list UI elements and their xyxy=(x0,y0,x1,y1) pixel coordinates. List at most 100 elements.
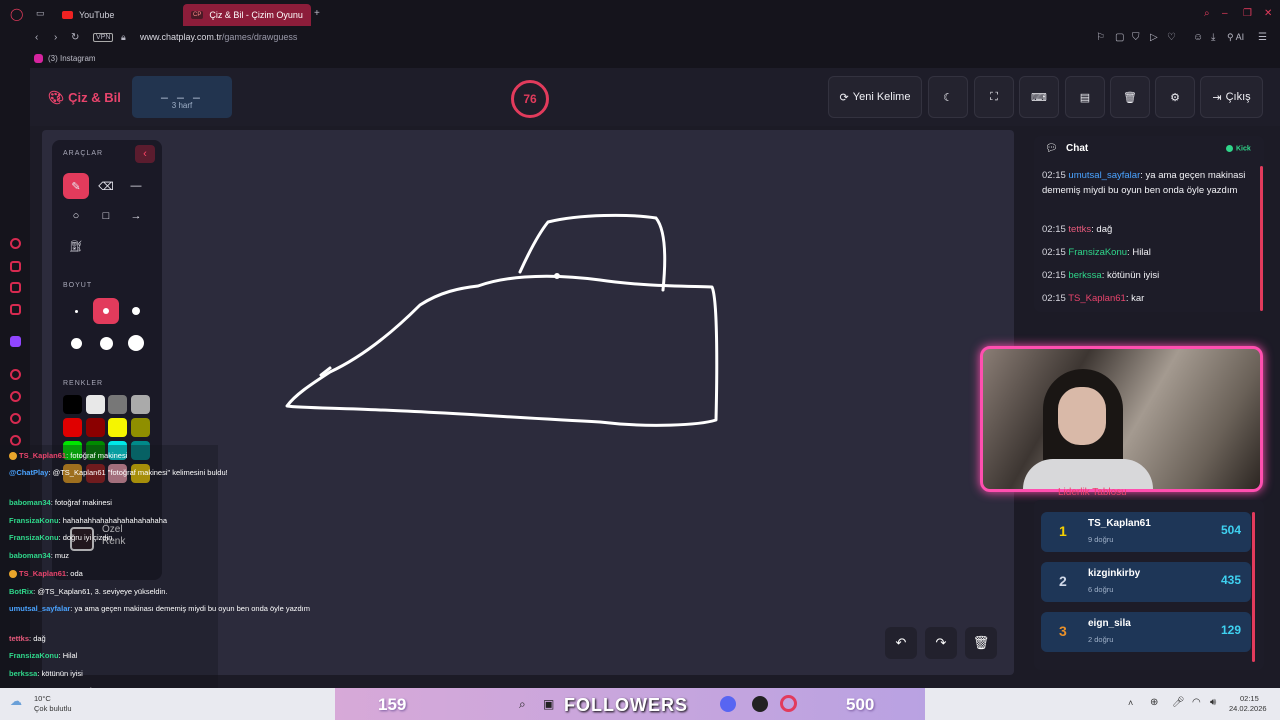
exit-button[interactable]: ⇥ Çıkış xyxy=(1200,76,1263,118)
streamer-face xyxy=(1058,387,1106,445)
maximize-icon[interactable]: ❐ xyxy=(1243,8,1252,19)
chat-message: 02:15 berkssa: kötünün iyisi xyxy=(1042,270,1160,281)
play-icon[interactable]: ▷ xyxy=(1150,32,1158,43)
sidebar-app-icon[interactable] xyxy=(10,413,21,424)
leaderboard-rank: 1 xyxy=(1059,523,1067,539)
line-tool[interactable]: — xyxy=(123,173,149,199)
chat-time: 02:15 xyxy=(1042,247,1066,258)
eraser-icon: ⌫ xyxy=(98,180,114,193)
size-dot-icon xyxy=(74,309,78,313)
minimize-icon[interactable]: – xyxy=(1222,8,1228,19)
leaderboard-detail: 9 doğru xyxy=(1088,535,1114,544)
chat-message: 02:15 tettks: dağ xyxy=(1042,224,1113,235)
tabs-overview-icon[interactable]: ▭ xyxy=(36,8,45,19)
twitch-icon[interactable] xyxy=(10,336,21,347)
task-view-icon[interactable]: ▣ xyxy=(543,697,554,711)
undo-button[interactable]: ↶ xyxy=(885,627,917,659)
history-icon[interactable] xyxy=(10,391,21,402)
menu-icon[interactable]: ☰ xyxy=(1258,32,1267,43)
kick-status: Kick xyxy=(1226,145,1251,152)
sidebar-app-icon[interactable] xyxy=(10,304,21,315)
fill-tool[interactable]: ⛽︎ xyxy=(63,233,89,259)
back-icon[interactable]: ‹ xyxy=(35,32,38,43)
forward-icon[interactable]: › xyxy=(54,32,57,43)
bookmark-icon[interactable]: ⚐ xyxy=(1096,32,1105,43)
size-option[interactable] xyxy=(93,298,119,324)
chat-text: kötünün iyisi xyxy=(1106,270,1160,281)
new-tab-icon[interactable]: + xyxy=(314,8,320,19)
tab-youtube[interactable]: YouTube xyxy=(54,4,122,26)
color-swatch[interactable] xyxy=(63,395,82,414)
opera-logo-icon[interactable]: ◯ xyxy=(10,7,23,21)
tab-bar: ◯ ▭ YouTube CP Çiz & Bil - Çizim Oyunu +… xyxy=(0,0,1280,28)
size-option[interactable] xyxy=(63,330,89,356)
collapse-panel-button[interactable]: ‹ xyxy=(135,145,155,163)
leaderboard-score: 504 xyxy=(1220,523,1241,537)
sidebar-app-icon[interactable] xyxy=(10,261,21,272)
size-option[interactable] xyxy=(123,330,149,356)
overlay-user: TS_Kaplan61 xyxy=(19,569,67,578)
rectangle-tool[interactable]: □ xyxy=(93,203,119,229)
microphone-icon[interactable]: 🎤︎ xyxy=(1172,697,1185,708)
clear-canvas-button[interactable]: 🗑︎ xyxy=(965,627,997,659)
overlay-user: FransizaKonu xyxy=(9,516,59,525)
new-word-button[interactable]: ⟳ Yeni Kelime xyxy=(828,76,922,118)
tab-chatplay[interactable]: CP Çiz & Bil - Çizim Oyunu xyxy=(183,4,311,26)
download-icon[interactable]: ⤓ xyxy=(1211,32,1215,43)
color-swatch[interactable] xyxy=(85,395,105,414)
network-icon[interactable]: ⊕ xyxy=(1150,697,1158,708)
volume-icon[interactable]: 🔊︎ xyxy=(1210,697,1216,708)
snapshot-icon[interactable]: ▢ xyxy=(1115,32,1124,43)
opera-taskbar-icon[interactable] xyxy=(780,695,797,712)
size-option[interactable] xyxy=(123,298,149,324)
lock-icon[interactable]: 🔒︎ xyxy=(121,32,126,43)
profile-icon[interactable]: ☺ xyxy=(1193,32,1203,43)
bookmark-instagram[interactable]: (3) Instagram xyxy=(48,54,96,63)
ai-button[interactable]: ⚲ AI xyxy=(1227,32,1244,43)
settings-button[interactable]: ⚙ xyxy=(1155,76,1195,118)
chat-scrollbar[interactable] xyxy=(1260,166,1263,311)
shield-icon[interactable]: ⛉ xyxy=(1132,32,1140,43)
reload-icon[interactable]: ↻ xyxy=(71,32,79,43)
overlay-message: TS_Kaplan61: oda xyxy=(9,569,83,579)
trash-button[interactable]: 🗑︎ xyxy=(1110,76,1150,118)
overlay-text: dağ xyxy=(33,634,46,643)
heart-icon[interactable]: ♡ xyxy=(1167,32,1176,43)
wifi-icon[interactable]: ◠ xyxy=(1192,697,1201,708)
size-option[interactable] xyxy=(63,298,89,324)
messenger-icon[interactable] xyxy=(10,238,21,249)
keyboard-button[interactable]: ⌨ xyxy=(1019,76,1059,118)
fullscreen-button[interactable]: ⛶ xyxy=(974,76,1014,118)
close-icon[interactable]: ✕ xyxy=(1264,8,1272,19)
search-icon[interactable]: ⌕ xyxy=(1204,8,1210,19)
leaderboard-title: Liderlik Tablosu xyxy=(1058,487,1127,498)
color-swatch[interactable] xyxy=(108,395,127,414)
search-icon[interactable]: ⌕ xyxy=(519,697,526,712)
followers-current: 159 xyxy=(378,695,407,714)
size-option[interactable] xyxy=(93,330,119,356)
color-swatch[interactable] xyxy=(130,418,150,437)
chat-text: kar xyxy=(1131,293,1145,304)
vpn-badge[interactable]: VPN xyxy=(93,33,114,42)
chat-title: Chat xyxy=(1066,143,1089,154)
color-swatch[interactable] xyxy=(85,418,105,437)
chevron-up-icon[interactable]: ˄ xyxy=(1128,698,1133,708)
color-swatch[interactable] xyxy=(108,418,127,437)
brush-tool[interactable]: ✎ xyxy=(63,173,89,199)
trash-icon: 🗑︎ xyxy=(1123,91,1137,104)
color-swatch[interactable] xyxy=(63,418,82,437)
dark-mode-button[interactable]: ☾ xyxy=(928,76,968,118)
url-field[interactable]: www.chatplay.com.tr/games/drawguess xyxy=(140,32,297,42)
archive-button[interactable]: ▤ xyxy=(1065,76,1105,118)
eraser-tool[interactable]: ⌫ xyxy=(93,173,119,199)
arrow-tool[interactable]: → xyxy=(123,203,149,229)
steam-icon[interactable] xyxy=(752,696,768,712)
redo-button[interactable]: ↷ xyxy=(925,627,957,659)
leaderboard-scrollbar[interactable] xyxy=(1252,512,1255,662)
circle-tool[interactable]: ○ xyxy=(63,203,89,229)
sidebar-app-icon[interactable] xyxy=(10,282,21,293)
sidebar-app-icon[interactable] xyxy=(10,369,21,380)
overlay-text: @TS_Kaplan61, 3. seviyeye yükseldin. xyxy=(37,587,168,596)
discord-icon[interactable] xyxy=(720,696,736,712)
color-swatch[interactable] xyxy=(130,395,150,414)
